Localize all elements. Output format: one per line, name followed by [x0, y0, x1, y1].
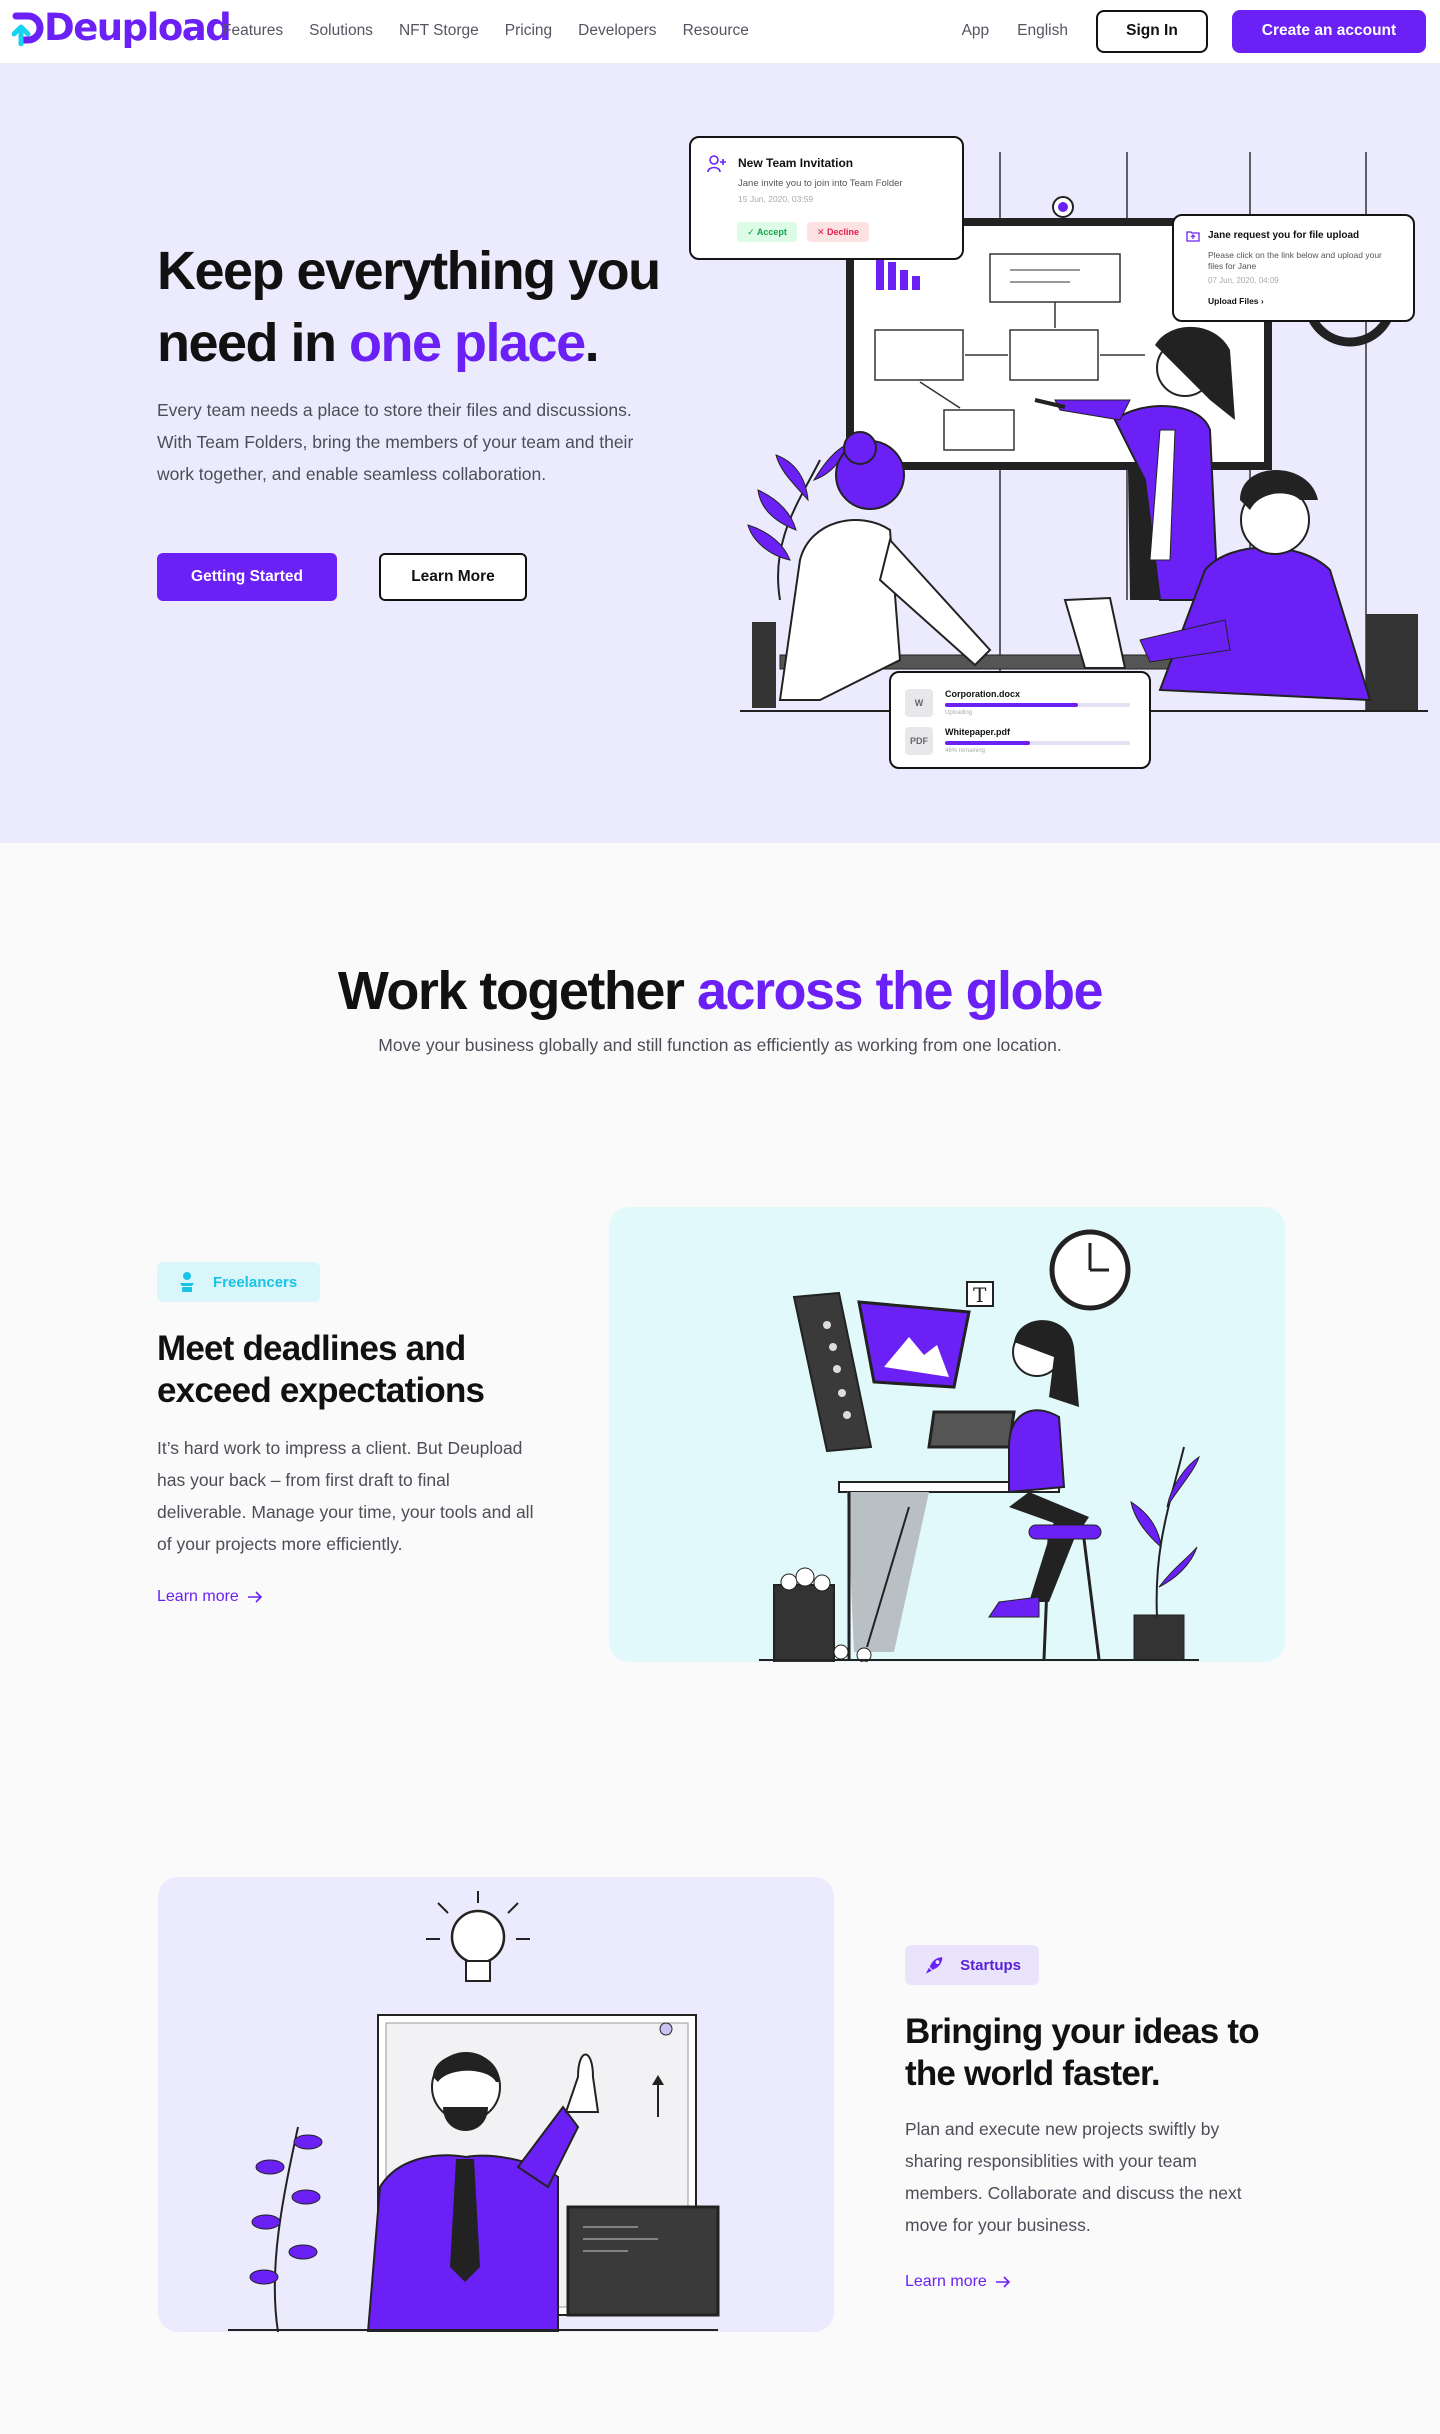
- close-icon: ✕: [816, 227, 828, 237]
- brand-logo[interactable]: Deupload: [12, 6, 232, 49]
- learn-more-label: Learn more: [905, 2273, 987, 2290]
- rocket-icon: [925, 1957, 943, 1974]
- file-name: Whitepaper.pdf: [945, 727, 1010, 737]
- getting-started-button[interactable]: Getting Started: [157, 553, 337, 601]
- decline-button[interactable]: ✕ Decline: [807, 222, 869, 242]
- decline-label: Decline: [827, 227, 860, 237]
- nav-developers[interactable]: Developers: [578, 22, 656, 40]
- file-progress-fill: [945, 741, 1031, 745]
- freelancers-tag-label: Freelancers: [213, 1273, 298, 1291]
- logo-mark-icon: [12, 12, 44, 46]
- nav-solutions[interactable]: Solutions: [309, 22, 373, 40]
- freelancers-learn-more-link[interactable]: Learn more: [157, 1588, 263, 1606]
- startups-learn-more-link[interactable]: Learn more: [905, 2273, 1011, 2291]
- hero-title-line1: Keep everything you: [157, 241, 661, 301]
- nav-app-link[interactable]: App: [962, 22, 990, 40]
- top-navigation: Deupload Features Solutions NFT Storge P…: [0, 0, 1440, 64]
- nav-pricing[interactable]: Pricing: [505, 22, 552, 40]
- team-invitation-card: New Team Invitation Jane invite you to j…: [689, 136, 964, 260]
- file-progress-fill: [945, 703, 1079, 707]
- nav-actions: App English Sign In Create an account: [962, 0, 1426, 62]
- startups-title: Bringing your ideas to the world faster.: [905, 2012, 1260, 2093]
- startups-tag-label: Startups: [960, 1956, 1021, 1974]
- startups-tag: Startups: [905, 1945, 1039, 1985]
- pdf-file-icon: PDF: [905, 727, 933, 755]
- request-time: 07 Jun, 2020, 04:09: [1208, 276, 1279, 285]
- file-progress-track: [945, 703, 1130, 707]
- file-upload-card: W Corporation.docx Uploading PDF Whitepa…: [889, 671, 1151, 769]
- learn-more-label: Learn more: [157, 1588, 239, 1605]
- accept-button[interactable]: ✓ Accept: [737, 222, 797, 242]
- upload-files-label: Upload Files: [1208, 296, 1259, 306]
- hero-title-accent: one place: [349, 313, 586, 373]
- check-icon: ✓: [747, 227, 757, 237]
- learn-more-button[interactable]: Learn More: [379, 553, 527, 601]
- accept-label: Accept: [756, 227, 787, 237]
- hero-title-line2: need in: [157, 313, 350, 373]
- language-selector[interactable]: English: [1017, 22, 1068, 40]
- arrow-right-icon: [247, 1591, 262, 1603]
- create-account-button[interactable]: Create an account: [1232, 9, 1426, 53]
- request-subtitle: Please click on the link below and uploa…: [1208, 250, 1382, 271]
- file-name: Corporation.docx: [945, 689, 1021, 699]
- user-desk-icon: [180, 1272, 194, 1292]
- globe-title-text: Work together: [337, 961, 697, 1021]
- freelancers-description: It’s hard work to impress a client. But …: [157, 1438, 534, 1554]
- invitation-subtitle: Jane invite you to join into Team Folder: [738, 178, 903, 189]
- upload-files-link[interactable]: Upload Files ›: [1208, 296, 1264, 306]
- invitation-time: 15 Jun, 2020, 03:59: [738, 194, 814, 204]
- upload-request-card: Jane request you for file upload Please …: [1172, 214, 1415, 322]
- file-meta: 46% remaining: [945, 748, 986, 754]
- add-user-icon: [707, 155, 726, 173]
- hero-title-period: .: [584, 313, 600, 373]
- globe-section-subtitle: Move your business globally and still fu…: [378, 1035, 1062, 1055]
- folder-upload-icon: [1186, 231, 1200, 242]
- freelancers-tag: Freelancers: [157, 1262, 320, 1302]
- startup-idea-illustration: [228, 1891, 720, 2332]
- file-meta: Uploading: [945, 710, 973, 716]
- globe-section-title: Work together across the globe: [0, 958, 1440, 1024]
- nav-resource[interactable]: Resource: [683, 22, 749, 40]
- chevron-right-icon: ›: [1260, 296, 1264, 306]
- invitation-title: New Team Invitation: [738, 156, 854, 170]
- word-file-icon: W: [905, 689, 933, 717]
- file-progress-track: [945, 741, 1130, 745]
- startup-illustration-panel: [158, 1877, 834, 2332]
- hero-title: Keep everything you need in one place.: [157, 235, 677, 379]
- hero-description: Every team needs a place to store their …: [157, 400, 634, 484]
- logo-wordmark: Deupload: [44, 6, 232, 49]
- startups-description: Plan and execute new projects swiftly by…: [905, 2119, 1242, 2235]
- svg-text:T: T: [973, 1283, 987, 1307]
- nav-features[interactable]: Features: [222, 22, 283, 40]
- sign-in-button[interactable]: Sign In: [1096, 9, 1208, 53]
- globe-title-accent: across the globe: [696, 961, 1104, 1021]
- file-item[interactable]: W Corporation.docx Uploading: [905, 689, 1135, 719]
- file-item[interactable]: PDF Whitepaper.pdf 46% remaining: [905, 727, 1135, 757]
- freelancer-illustration-panel: T: [609, 1207, 1285, 1662]
- arrow-right-icon: [995, 2276, 1010, 2288]
- freelancer-designer-illustration: T: [759, 1229, 1200, 1662]
- request-title: Jane request you for file upload: [1208, 230, 1360, 241]
- nav-nft-storage[interactable]: NFT Storge: [399, 22, 479, 40]
- freelancers-title: Meet deadlines and exceed expectations: [157, 1329, 485, 1410]
- main-menu: Features Solutions NFT Storge Pricing De…: [222, 0, 749, 62]
